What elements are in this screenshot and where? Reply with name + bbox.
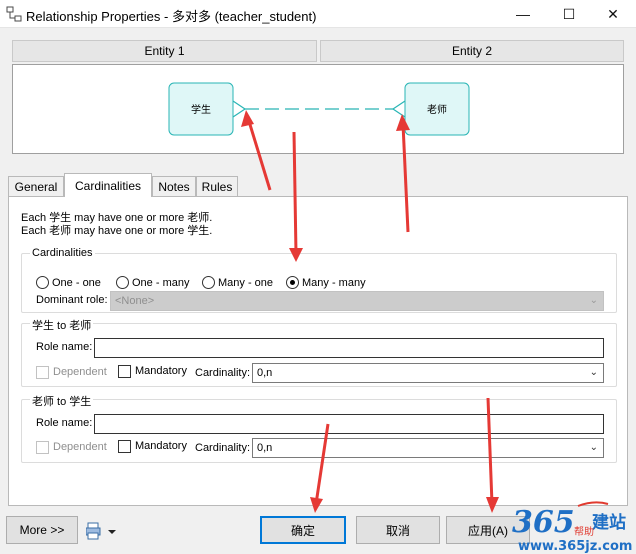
radio-one-many[interactable]: One - many bbox=[116, 276, 189, 289]
maximize-button[interactable]: ☐ bbox=[546, 0, 592, 28]
watermark-help: 帮助 bbox=[574, 525, 594, 538]
cardinalities-legend: Cardinalities bbox=[30, 247, 95, 259]
entity1-name: 学生 bbox=[191, 103, 211, 116]
role1-mandatory-label: Mandatory bbox=[135, 365, 187, 377]
chevron-down-icon: ⌄ bbox=[589, 295, 598, 306]
radio-circle bbox=[116, 276, 129, 289]
tab-notes[interactable]: Notes bbox=[152, 176, 196, 196]
role1-legend: 学生 to 老师 bbox=[30, 317, 94, 333]
close-button[interactable]: ✕ bbox=[590, 0, 636, 28]
role2-name-input[interactable] bbox=[94, 414, 604, 434]
entity1-header: Entity 1 bbox=[12, 40, 317, 62]
dominant-role-value: <None> bbox=[115, 295, 155, 307]
role1-group: 学生 to 老师 Role name: Dependent Mandatory … bbox=[21, 317, 617, 387]
entity2-box: 老师 bbox=[404, 82, 470, 136]
role2-name-label: Role name: bbox=[36, 417, 93, 429]
dominant-role-select[interactable]: <None> ⌄ bbox=[110, 291, 604, 311]
role1-mandatory-checkbox[interactable] bbox=[118, 365, 131, 378]
role2-cardinality-value: 0,n bbox=[257, 442, 273, 454]
more-button[interactable]: More >> bbox=[6, 516, 78, 544]
watermark-brand: 建站 bbox=[592, 512, 626, 533]
dominant-role-label: Dominant role: bbox=[36, 294, 108, 306]
relationship-line bbox=[232, 100, 406, 118]
radio-label: Many - one bbox=[218, 276, 274, 289]
role1-cardinality-value: 0,n bbox=[257, 367, 273, 379]
entity2-name: 老师 bbox=[427, 103, 447, 116]
ok-button[interactable]: 确定 bbox=[260, 516, 346, 544]
radio-many-one[interactable]: Many - one bbox=[202, 276, 273, 289]
relationship-diagram: 学生 老师 bbox=[12, 64, 624, 154]
radio-label: Many - many bbox=[302, 276, 366, 289]
role2-mandatory-checkbox[interactable] bbox=[118, 440, 131, 453]
role2-cardinality-select[interactable]: 0,n ⌄ bbox=[252, 438, 604, 458]
role1-dependent-label: Dependent bbox=[53, 366, 107, 378]
print-button[interactable] bbox=[86, 521, 122, 541]
chevron-down-icon: ⌄ bbox=[589, 442, 598, 453]
role2-mandatory-label: Mandatory bbox=[135, 440, 187, 452]
entity2-header: Entity 2 bbox=[320, 40, 624, 62]
role1-cardinality-select[interactable]: 0,n ⌄ bbox=[252, 363, 604, 383]
relationship-icon bbox=[6, 6, 22, 22]
chevron-down-icon: ⌄ bbox=[589, 367, 598, 378]
radio-circle-selected bbox=[286, 276, 299, 289]
tab-rules[interactable]: Rules bbox=[196, 176, 238, 196]
minimize-button[interactable]: — bbox=[500, 0, 546, 28]
role1-name-input[interactable] bbox=[94, 338, 604, 358]
role2-dependent-checkbox[interactable] bbox=[36, 441, 49, 454]
role2-group: 老师 to 学生 Role name: Dependent Mandatory … bbox=[21, 393, 617, 463]
radio-many-many[interactable]: Many - many bbox=[286, 276, 366, 289]
watermark-url: www.365jz.com bbox=[518, 539, 632, 554]
radio-circle bbox=[202, 276, 215, 289]
watermark-logo: 365 建站 帮助 www.365jz.com bbox=[508, 498, 636, 554]
role2-legend: 老师 to 学生 bbox=[30, 393, 94, 409]
radio-label: One - one bbox=[52, 276, 101, 289]
role1-name-label: Role name: bbox=[36, 341, 93, 353]
role1-dependent-checkbox[interactable] bbox=[36, 366, 49, 379]
role2-dependent-label: Dependent bbox=[53, 441, 107, 453]
radio-label: One - many bbox=[132, 276, 190, 289]
tab-cardinalities[interactable]: Cardinalities bbox=[64, 173, 152, 197]
description-line-2: Each 老师 may have one or more 学生. bbox=[21, 225, 213, 237]
window-title: Relationship Properties - 多对多 (teacher_s… bbox=[26, 9, 317, 24]
cardinalities-panel: Each 学生 may have one or more 老师. Each 老师… bbox=[8, 196, 628, 506]
tab-general[interactable]: General bbox=[8, 176, 64, 196]
radio-one-one[interactable]: One - one bbox=[36, 276, 101, 289]
role1-cardinality-label: Cardinality: bbox=[195, 367, 251, 379]
entity1-box: 学生 bbox=[168, 82, 234, 136]
cardinalities-group: Cardinalities One - one One - many Many … bbox=[21, 247, 617, 313]
cancel-button[interactable]: 取消 bbox=[356, 516, 440, 544]
title-bar: Relationship Properties - 多对多 (teacher_s… bbox=[0, 0, 636, 28]
print-icon bbox=[86, 522, 116, 540]
radio-circle bbox=[36, 276, 49, 289]
role2-cardinality-label: Cardinality: bbox=[195, 442, 251, 454]
watermark-number: 365 bbox=[512, 505, 575, 540]
